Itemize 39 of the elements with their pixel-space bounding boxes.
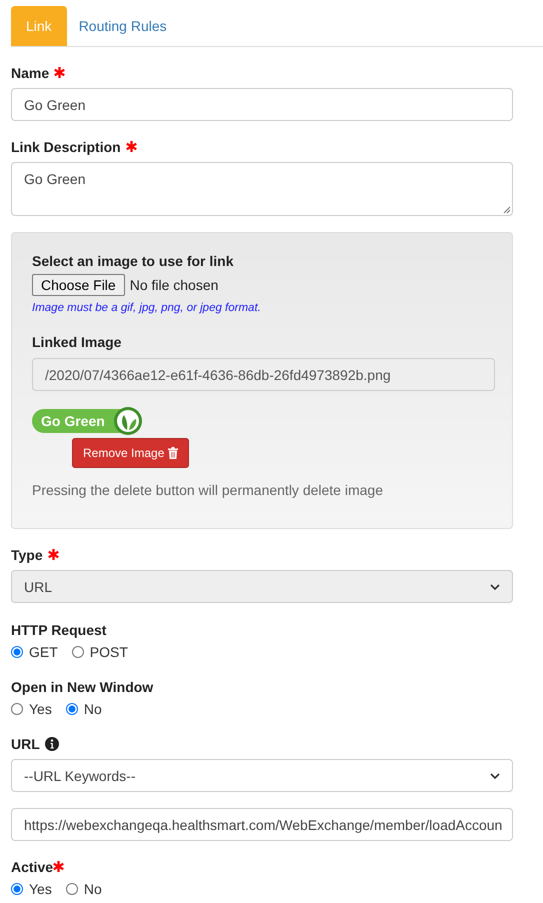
format-hint: Image must be a gif, jpg, png, or jpeg format. xyxy=(32,302,262,314)
url-keywords-dropdown[interactable]: --URL Keywords-- xyxy=(11,759,513,792)
resize-grip-icon xyxy=(503,206,511,214)
radio-label: No xyxy=(84,881,102,897)
radio-button[interactable] xyxy=(11,646,23,658)
radio-button[interactable] xyxy=(66,883,78,895)
field-label: Name xyxy=(11,64,50,80)
leaf-icon xyxy=(112,406,143,436)
field-label: HTTP Request xyxy=(11,622,106,638)
field-label: Link Description xyxy=(11,138,121,154)
radio-button[interactable] xyxy=(11,883,23,895)
file-status: No file chosen xyxy=(130,277,218,293)
chevron-down-icon xyxy=(490,584,500,590)
field-label: Type xyxy=(11,546,43,562)
radio-button[interactable] xyxy=(66,703,78,715)
field-label: Linked Image xyxy=(32,334,122,350)
field-label: URL xyxy=(11,736,40,752)
radio-label: GET xyxy=(29,644,58,660)
radio-button[interactable] xyxy=(11,703,23,715)
radio-label: Yes xyxy=(29,701,52,717)
url-field[interactable]: https://webexchangeqa.healthsmart.com/WebExchange/member/loadAccoun xyxy=(11,808,513,841)
textarea-field[interactable]: Go Green xyxy=(11,162,513,216)
linked-image-field: /2020/07/4366ae12-e61f-4636-86db-26fd4973892b.png xyxy=(32,358,495,391)
remove-image-button[interactable]: Remove Image xyxy=(72,438,190,468)
choose-file-button[interactable]: Choose File xyxy=(32,274,125,296)
radio-label: Yes xyxy=(29,881,52,897)
field-label: Select an image to use for link xyxy=(32,253,235,269)
delete-note: Pressing the delete button will permanently delete image xyxy=(32,482,384,498)
radio-button[interactable] xyxy=(72,646,84,658)
radio-label: POST xyxy=(90,644,128,660)
trash-icon xyxy=(168,447,178,459)
radio-label: No xyxy=(84,701,102,717)
chevron-down-icon xyxy=(490,772,500,778)
info-icon[interactable] xyxy=(44,736,59,750)
tab[interactable]: Routing Rules xyxy=(74,6,171,46)
input-field[interactable]: Go Green xyxy=(11,88,513,121)
logo-badge: Go Green xyxy=(32,409,123,433)
field-label: Open in New Window xyxy=(11,678,154,694)
field-label: Active xyxy=(11,858,54,874)
